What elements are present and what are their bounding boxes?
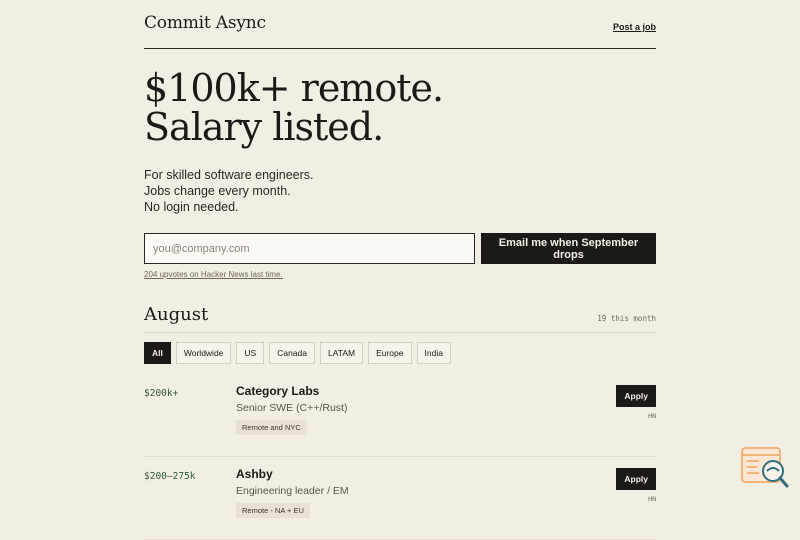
signup-form: Email me when September drops <box>144 233 656 264</box>
filter-worldwide[interactable]: Worldwide <box>175 342 232 364</box>
page-container: Commit Async Post a job $100k+ remote. S… <box>144 0 656 540</box>
filter-all[interactable]: All <box>144 342 171 364</box>
subscribe-button[interactable]: Email me when September drops <box>481 233 656 264</box>
month-title: August <box>144 304 209 325</box>
filter-latam[interactable]: LATAM <box>320 342 364 364</box>
top-bar: Commit Async Post a job <box>144 0 656 49</box>
hero-title: $100k+ remote. Salary listed. <box>144 69 656 147</box>
filter-us[interactable]: US <box>236 342 265 364</box>
search-feedback-icon[interactable] <box>741 446 789 490</box>
job-source: HN <box>648 495 656 503</box>
job-count: 19 this month <box>597 314 656 323</box>
filter-europe[interactable]: Europe <box>368 342 412 364</box>
email-field[interactable] <box>144 233 475 264</box>
job-location-tag: Remote - NA + EU <box>236 503 310 518</box>
hero-title-line2: Salary listed. <box>144 105 384 149</box>
job-list: $200k+ Category Labs Senior SWE (C++/Rus… <box>144 384 656 540</box>
hero-subtitle: For skilled software engineers. Jobs cha… <box>144 167 656 215</box>
subtitle-line-3: No login needed. <box>144 200 239 214</box>
job-company[interactable]: Category Labs <box>236 384 319 398</box>
apply-button[interactable]: Apply <box>616 468 656 490</box>
apply-button[interactable]: Apply <box>616 385 656 407</box>
job-row: $200–275k Ashby Engineering leader / EM … <box>144 457 656 540</box>
subtitle-line-1: For skilled software engineers. <box>144 168 314 182</box>
hero-title-line1: $100k+ remote. <box>144 66 444 110</box>
job-salary: $200k+ <box>144 388 179 399</box>
job-role: Senior SWE (C++/Rust) <box>236 402 348 414</box>
hacker-news-link[interactable]: 204 upvotes on Hacker News last time. <box>144 270 283 279</box>
listing-header: August 19 this month <box>144 304 656 333</box>
subtitle-line-2: Jobs change every month. <box>144 184 291 198</box>
filter-canada[interactable]: Canada <box>269 342 315 364</box>
job-row: $200k+ Category Labs Senior SWE (C++/Rus… <box>144 384 656 457</box>
job-source: HN <box>648 412 656 420</box>
region-filters: All Worldwide US Canada LATAM Europe Ind… <box>144 342 656 364</box>
job-salary: $200–275k <box>144 471 196 482</box>
filter-india[interactable]: India <box>416 342 451 364</box>
hero: $100k+ remote. Salary listed. For skille… <box>144 69 656 215</box>
job-role: Engineering leader / EM <box>236 485 349 497</box>
job-company[interactable]: Ashby <box>236 467 273 481</box>
job-location-tag: Remote and NYC <box>236 420 307 435</box>
post-a-job-link[interactable]: Post a job <box>613 22 656 32</box>
brand-logo[interactable]: Commit Async <box>144 13 266 33</box>
